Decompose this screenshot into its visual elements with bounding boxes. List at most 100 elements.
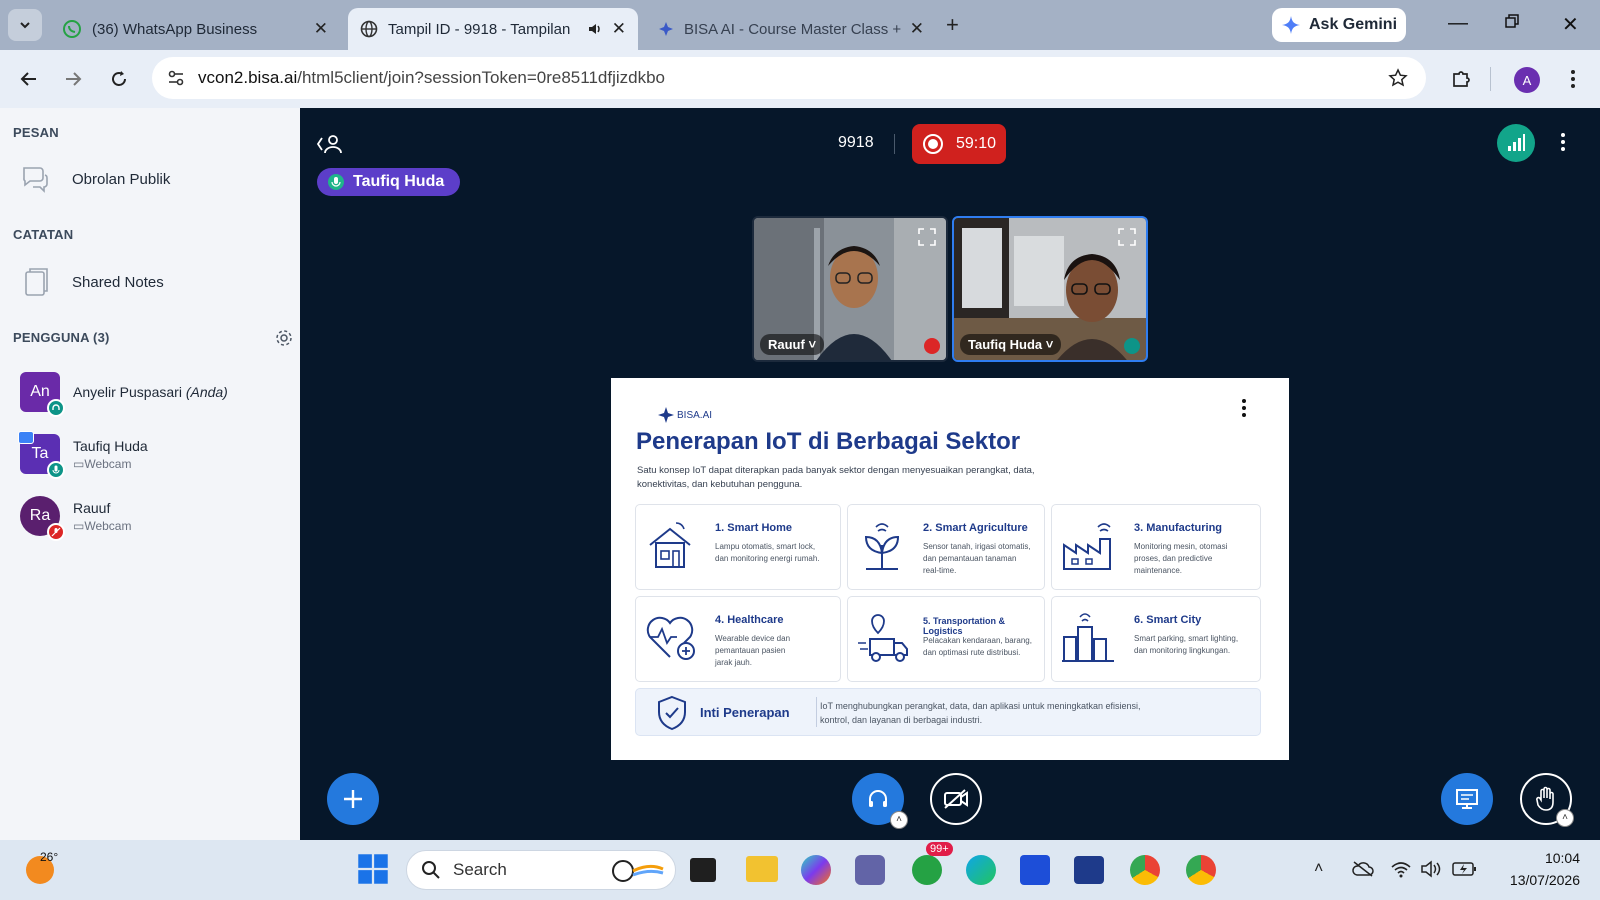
headphones-status-icon bbox=[47, 399, 65, 417]
core-application-box: Inti Penerapan IoT menghubungkan perangk… bbox=[635, 688, 1261, 736]
sector-desc-line2: dan optimasi rute distribusi. bbox=[923, 648, 1021, 657]
close-tab-icon[interactable]: ✕ bbox=[612, 19, 626, 39]
forward-button[interactable] bbox=[58, 64, 88, 94]
clock-date[interactable]: 13/07/2026 bbox=[1490, 872, 1580, 888]
ask-gemini-button[interactable]: Ask Gemini bbox=[1272, 8, 1406, 42]
notes-header: CATATAN bbox=[13, 227, 74, 242]
microphone-icon bbox=[328, 174, 344, 190]
close-tab-icon[interactable]: ✕ bbox=[910, 19, 924, 39]
recording-indicator[interactable]: 59:10 bbox=[912, 124, 1006, 164]
logo-text: BISA.AI bbox=[677, 409, 713, 421]
sector-title: 4. Healthcare bbox=[715, 614, 784, 626]
raise-hand-button[interactable]: ˄ bbox=[1520, 773, 1574, 827]
sector-title: 1. Smart Home bbox=[715, 522, 793, 534]
task-view-icon[interactable] bbox=[690, 858, 716, 882]
fullscreen-icon[interactable] bbox=[1118, 228, 1136, 246]
factory-icon bbox=[1063, 523, 1111, 570]
city-buildings-icon bbox=[1062, 613, 1114, 662]
audio-button[interactable]: ˄ bbox=[852, 773, 908, 829]
public-chat-label: Obrolan Publik bbox=[72, 170, 171, 188]
reload-button[interactable] bbox=[104, 64, 134, 94]
back-button[interactable] bbox=[14, 64, 44, 94]
volume-icon[interactable] bbox=[1420, 860, 1442, 878]
shared-notes-item[interactable]: Shared Notes bbox=[20, 266, 164, 298]
options-menu-icon[interactable] bbox=[1560, 132, 1566, 152]
close-tab-icon[interactable]: ✕ bbox=[314, 19, 328, 39]
headphones-icon bbox=[869, 790, 887, 807]
restore-button[interactable] bbox=[1504, 12, 1520, 35]
you-suffix: (Anda) bbox=[185, 384, 228, 400]
video-tile-rauuf[interactable]: Rauuf ˅ bbox=[752, 216, 948, 362]
gear-icon[interactable] bbox=[275, 329, 293, 347]
whatsapp-icon bbox=[63, 20, 81, 38]
browser-menu-button[interactable] bbox=[1558, 64, 1588, 94]
connection-status-button[interactable] bbox=[1497, 124, 1535, 162]
clock-time[interactable]: 10:04 bbox=[1500, 850, 1580, 866]
whatsapp-icon[interactable] bbox=[912, 855, 942, 885]
record-icon bbox=[923, 134, 943, 154]
close-window-button[interactable]: ✕ bbox=[1562, 12, 1579, 37]
chevron-up-icon[interactable]: ˄ bbox=[890, 811, 908, 829]
public-chat-item[interactable]: Obrolan Publik bbox=[20, 164, 170, 194]
core-line1: IoT menghubungkan perangkat, data, dan a… bbox=[820, 701, 1141, 711]
microsoft-store-icon[interactable] bbox=[1074, 856, 1104, 884]
webcam-icon: ▭ bbox=[73, 456, 85, 471]
show-hidden-icons-icon[interactable]: ˄ bbox=[1314, 860, 1323, 878]
camera-button[interactable] bbox=[930, 773, 982, 825]
profile-avatar[interactable]: A bbox=[1514, 67, 1540, 93]
presentation-button[interactable] bbox=[1441, 773, 1493, 825]
battery-charging-icon[interactable] bbox=[1452, 860, 1478, 878]
site-info-icon[interactable] bbox=[166, 68, 186, 88]
avatar: Ra bbox=[20, 496, 65, 541]
wifi-icon[interactable] bbox=[1390, 860, 1412, 878]
minimize-button[interactable]: — bbox=[1448, 12, 1468, 35]
video-name-label: Rauuf ˅ bbox=[760, 334, 825, 355]
mic-on-status-icon bbox=[47, 461, 65, 479]
app-icon[interactable] bbox=[1020, 855, 1050, 885]
speaker-icon[interactable] bbox=[586, 20, 604, 38]
toggle-user-list-icon[interactable] bbox=[316, 132, 344, 156]
cloud-off-icon[interactable] bbox=[1352, 860, 1374, 878]
taskbar-search[interactable]: Search bbox=[406, 850, 676, 890]
user-list-item[interactable]: Ta Taufiq Huda ▭Webcam bbox=[18, 431, 148, 479]
tab-search-button[interactable] bbox=[8, 9, 42, 41]
sector-desc-line1: Wearable device dan bbox=[715, 634, 791, 643]
chrome-profile-m-icon[interactable] bbox=[1186, 855, 1216, 885]
teams-icon[interactable] bbox=[855, 855, 885, 885]
plant-sensor-icon bbox=[864, 523, 900, 570]
user-list-item[interactable]: Ra Rauuf ▭Webcam bbox=[20, 496, 131, 541]
tab-bisa-ai[interactable]: BISA AI - Course Master Class + ✕ bbox=[646, 8, 936, 50]
edge-icon[interactable] bbox=[966, 855, 996, 885]
user-list-item[interactable]: An Anyelir Puspasari (Anda) bbox=[20, 372, 228, 417]
tab-title: BISA AI - Course Master Class + bbox=[684, 20, 902, 38]
address-bar[interactable]: vcon2.bisa.ai/html5client/join?sessionTo… bbox=[152, 57, 1426, 99]
tab-whatsapp[interactable]: (36) WhatsApp Business ✕ bbox=[50, 8, 340, 50]
extensions-button[interactable] bbox=[1446, 64, 1476, 94]
mic-on-icon bbox=[1124, 338, 1140, 354]
slide-options-icon[interactable] bbox=[1241, 398, 1247, 418]
tab-meeting[interactable]: Tampil ID - 9918 - Tampilan ✕ bbox=[348, 8, 638, 50]
hand-icon bbox=[1536, 786, 1554, 811]
sector-desc-line2: proses, dan predictive bbox=[1134, 554, 1213, 563]
video-name-text: Taufiq Huda bbox=[968, 337, 1043, 352]
browser-toolbar: vcon2.bisa.ai/html5client/join?sessionTo… bbox=[0, 50, 1600, 108]
sector-title: 6. Smart City bbox=[1134, 614, 1202, 626]
sector-card: 3. Manufacturing Monitoring mesin, otoma… bbox=[1051, 504, 1261, 590]
actions-button[interactable] bbox=[327, 773, 379, 825]
copilot-icon[interactable] bbox=[801, 855, 831, 885]
new-tab-button[interactable]: + bbox=[946, 12, 959, 38]
star-icon[interactable] bbox=[1388, 68, 1408, 88]
windows-start-icon[interactable] bbox=[356, 852, 390, 886]
presenter-icon bbox=[18, 431, 34, 444]
sector-desc-line2: dan monitoring energi rumah. bbox=[715, 554, 820, 563]
chrome-profile-a-icon[interactable] bbox=[1130, 855, 1160, 885]
chevron-up-icon[interactable]: ˄ bbox=[1556, 809, 1574, 827]
weather-temp: 26° bbox=[40, 850, 59, 864]
file-explorer-icon[interactable] bbox=[746, 856, 778, 882]
video-tile-taufiq-huda[interactable]: Taufiq Huda ˅ bbox=[952, 216, 1148, 362]
toolbar-divider bbox=[1490, 67, 1491, 91]
meeting-sidebar: PESAN Obrolan Publik CATATAN Shared Note… bbox=[0, 108, 300, 840]
sector-card: 1. Smart Home Lampu otomatis, smart lock… bbox=[635, 504, 841, 590]
more-vertical-icon bbox=[1571, 70, 1575, 88]
fullscreen-icon[interactable] bbox=[918, 228, 936, 246]
